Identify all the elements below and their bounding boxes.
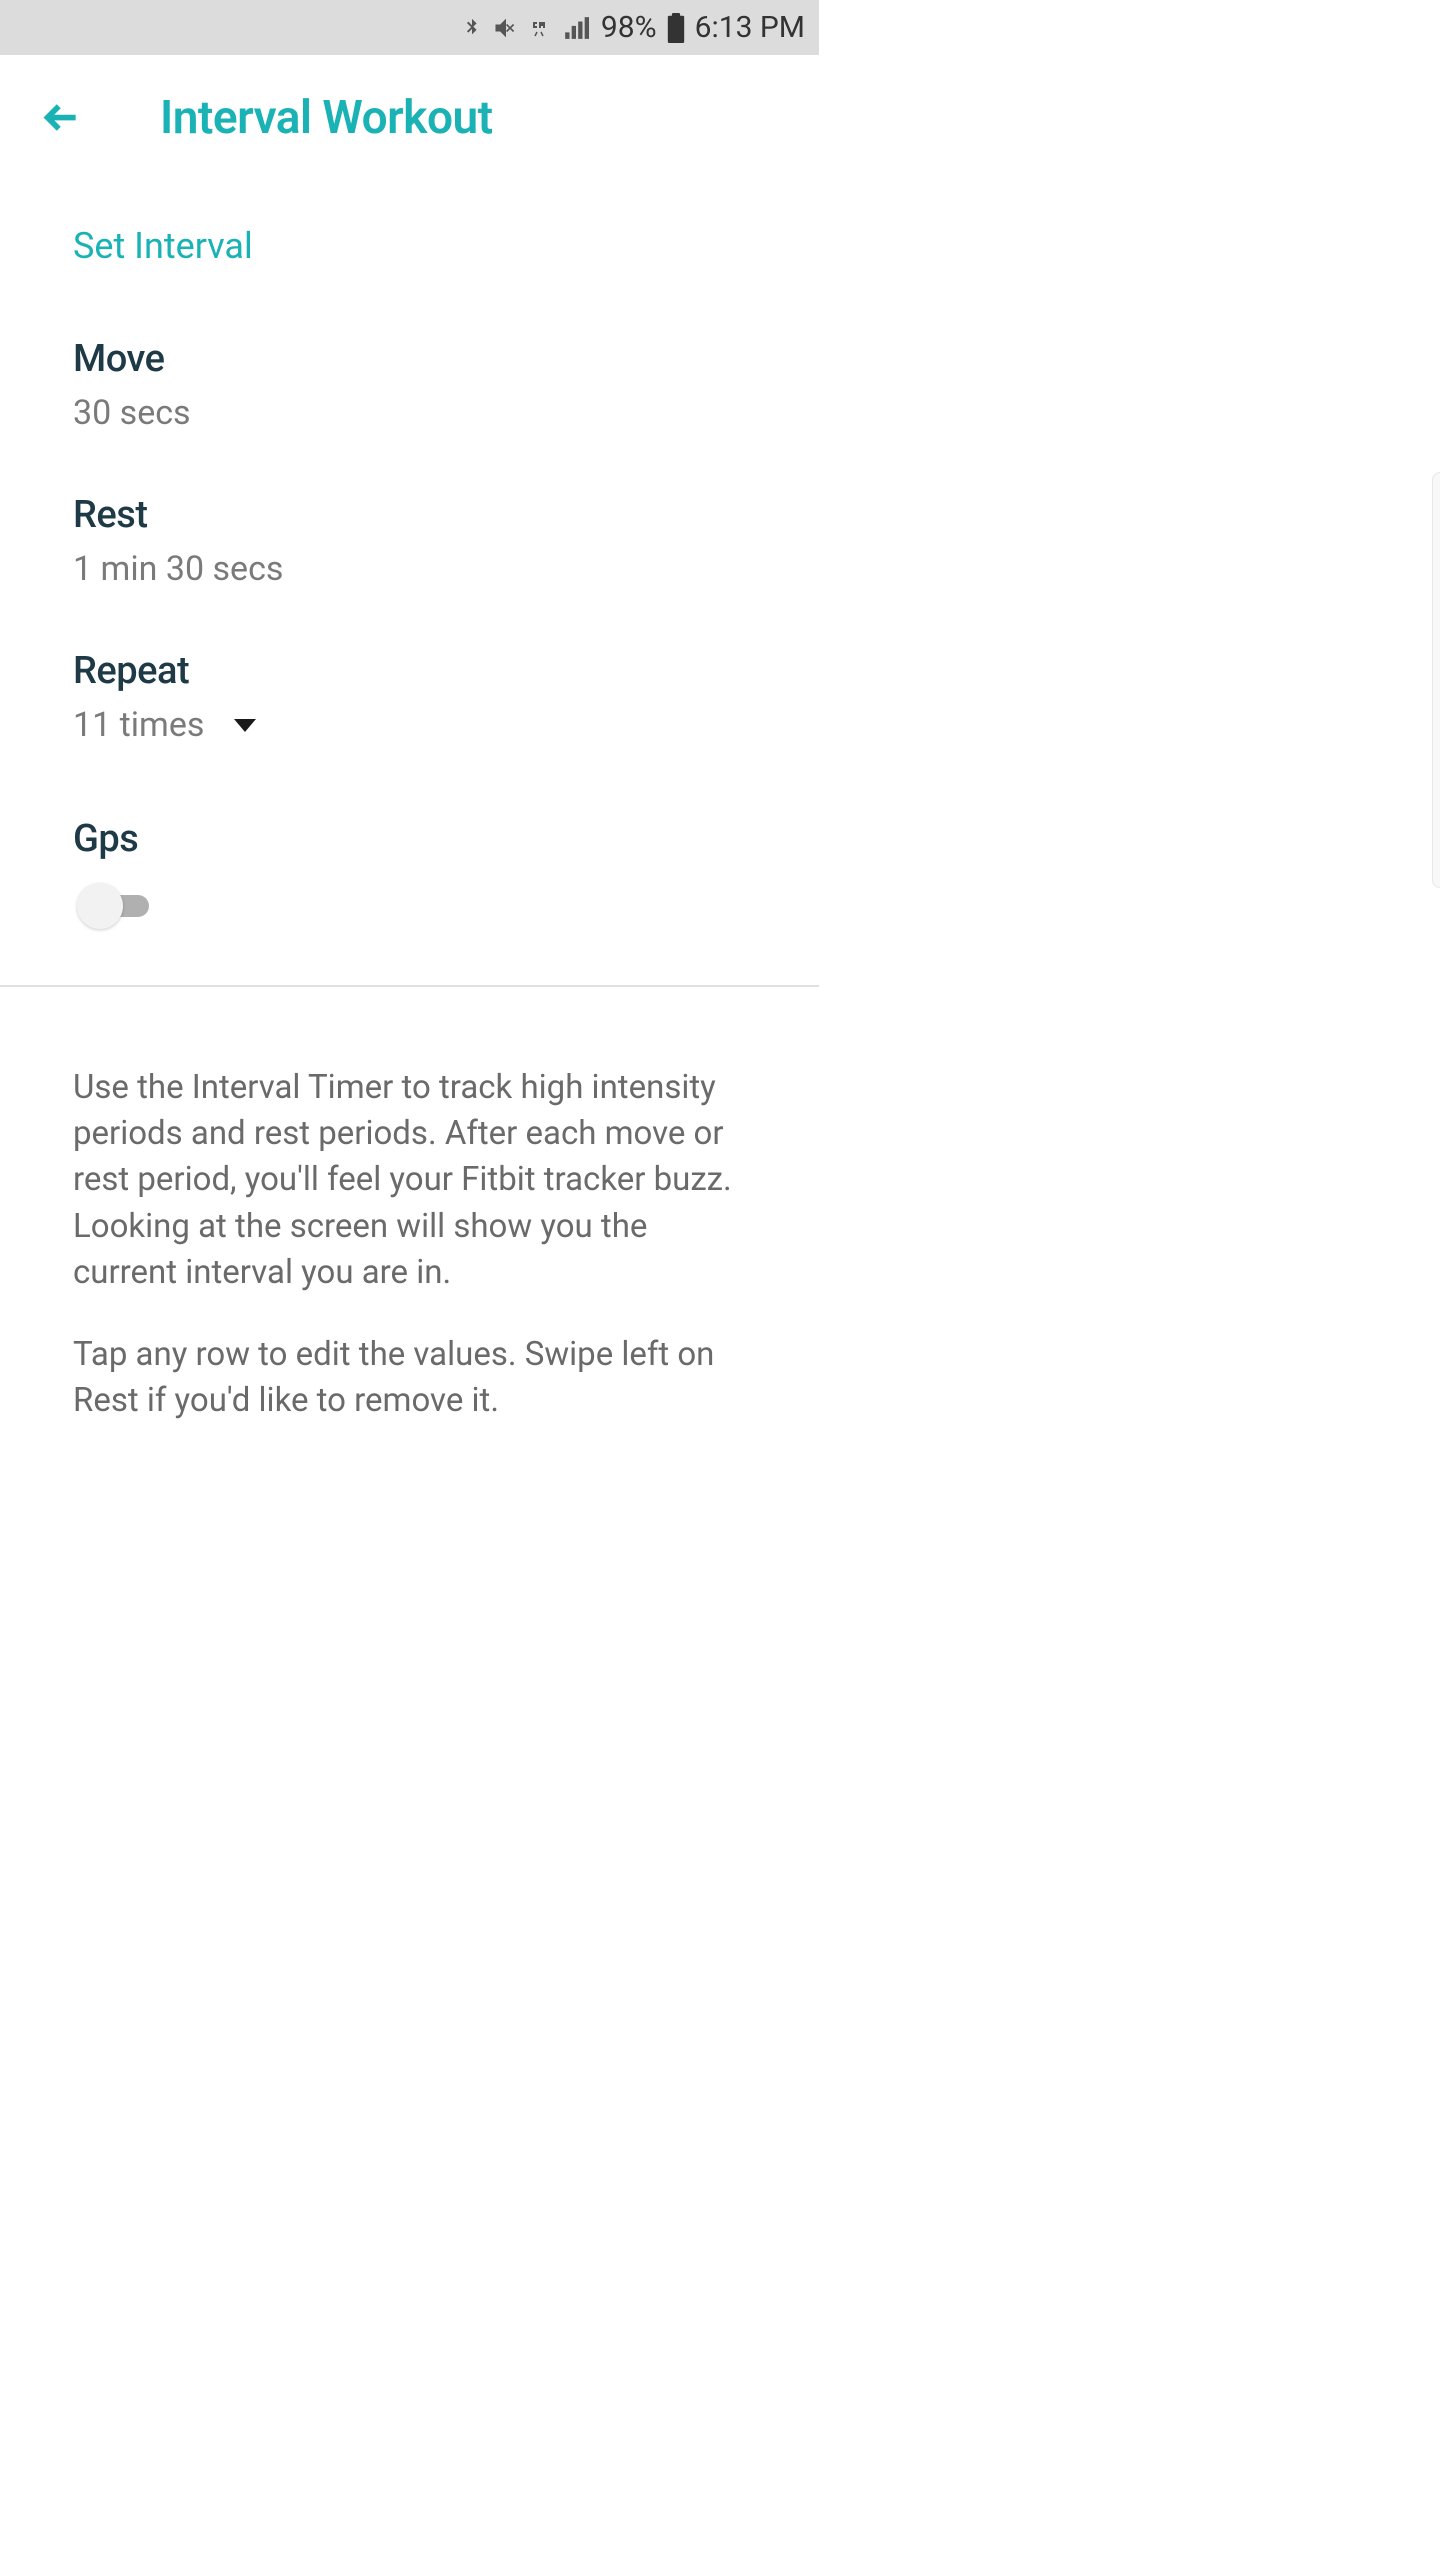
- bluetooth-icon: [461, 13, 483, 43]
- setting-row-repeat[interactable]: Repeat 11 times: [73, 589, 746, 745]
- toggle-thumb: [77, 883, 123, 929]
- battery-icon: [667, 13, 685, 43]
- setting-label-rest: Rest: [73, 493, 746, 537]
- setting-label-move: Move: [73, 337, 746, 381]
- content-area: Set Interval Move 30 secs Rest 1 min 30 …: [0, 180, 819, 1424]
- app-header: Interval Workout: [0, 55, 819, 180]
- signal-icon: [561, 15, 591, 41]
- setting-row-move[interactable]: Move 30 secs: [73, 277, 746, 433]
- status-icons: [461, 13, 591, 43]
- setting-value-move: 30 secs: [73, 393, 746, 433]
- setting-label-repeat: Repeat: [73, 649, 746, 693]
- setting-label-gps: Gps: [73, 817, 746, 861]
- section-header-set-interval: Set Interval: [73, 180, 746, 277]
- status-bar: 98% 6:13 PM: [0, 0, 819, 55]
- scroll-indicator[interactable]: [1432, 472, 1440, 888]
- clock-time: 6:13 PM: [695, 10, 805, 45]
- battery-percentage: 98%: [601, 10, 657, 45]
- help-paragraph-2: Tap any row to edit the values. Swipe le…: [73, 1332, 746, 1424]
- network-4g-icon: [529, 14, 553, 42]
- setting-value-rest: 1 min 30 secs: [73, 549, 746, 589]
- setting-row-rest[interactable]: Rest 1 min 30 secs: [73, 433, 746, 589]
- page-title: Interval Workout: [160, 91, 493, 145]
- back-arrow-icon[interactable]: [40, 95, 85, 140]
- help-paragraph-1: Use the Interval Timer to track high int…: [73, 1065, 746, 1296]
- gps-toggle[interactable]: [73, 879, 149, 933]
- help-text-block: Use the Interval Timer to track high int…: [73, 987, 746, 1424]
- vibrate-mute-icon: [491, 14, 521, 42]
- chevron-down-icon: [234, 719, 256, 732]
- setting-value-repeat: 11 times: [73, 705, 204, 745]
- setting-row-gps: Gps: [73, 745, 746, 933]
